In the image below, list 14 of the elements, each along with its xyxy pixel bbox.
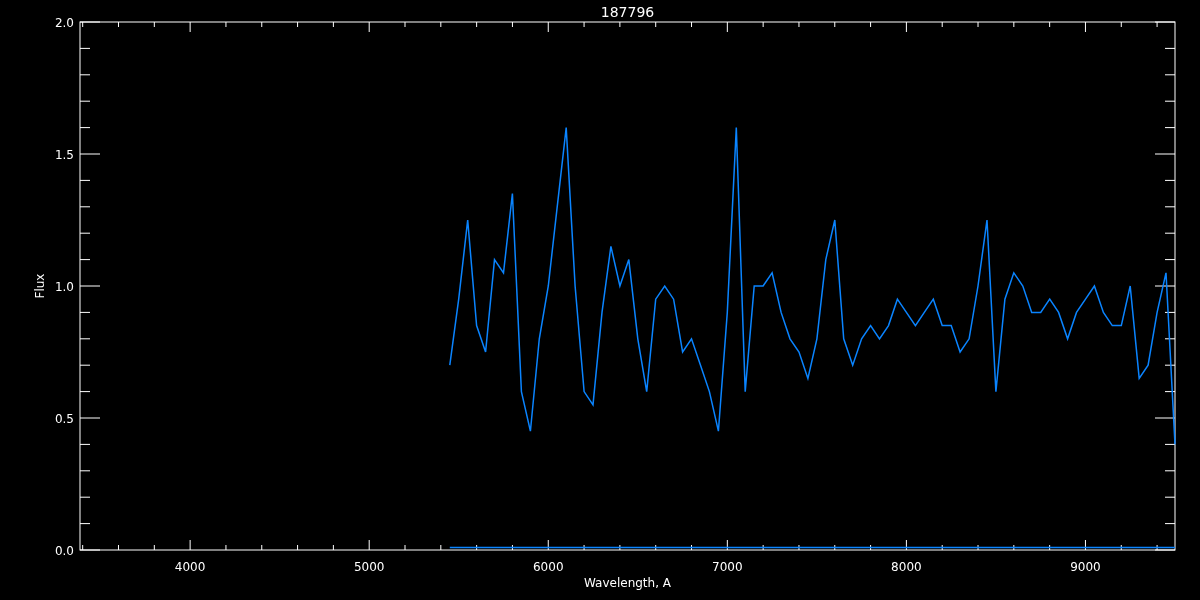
tick-label: 1.0 <box>54 280 74 294</box>
tick-label: 0.5 <box>54 412 74 426</box>
tick-label: 4000 <box>174 560 206 574</box>
tick-label: 0.0 <box>54 544 74 558</box>
chart-title: 187796 <box>600 4 655 20</box>
tick-label: 9000 <box>1070 560 1101 574</box>
axis-label: Wavelength, A <box>584 576 671 590</box>
axis-label: Flux <box>33 273 47 299</box>
tick-label: 1.5 <box>54 148 74 162</box>
tick-label: 6000 <box>533 560 564 574</box>
tick-label: 5000 <box>353 560 385 574</box>
tick-label: 2.0 <box>54 16 74 30</box>
tick-label: 7000 <box>712 560 743 574</box>
tick-label: 8000 <box>891 560 922 574</box>
